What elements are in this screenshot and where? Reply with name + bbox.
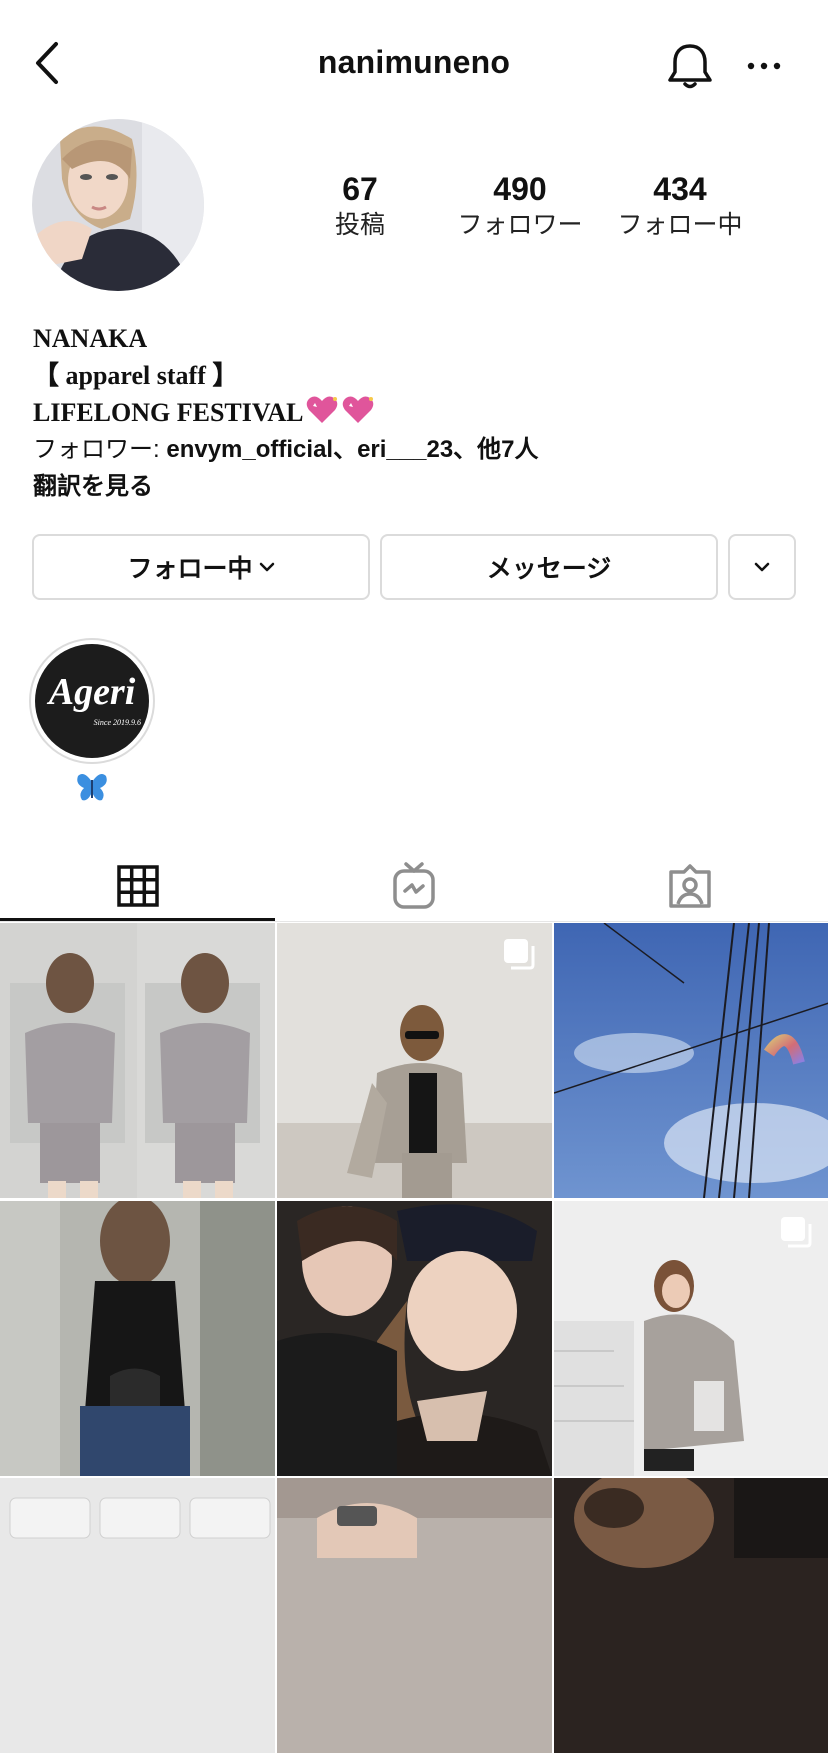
tab-posts-grid[interactable] (0, 852, 276, 920)
profile-avatar (32, 119, 204, 291)
post-thumbnail[interactable] (277, 1478, 552, 1753)
tab-divider (0, 921, 828, 922)
followers-count-label: フォロワー (457, 211, 583, 239)
highlight-cover: Ageri Since 2019.9.6 (35, 644, 149, 758)
post-thumbnail[interactable] (277, 923, 552, 1198)
following-button-label: フォロー中 (127, 555, 253, 583)
ageri-logo: Ageri (48, 671, 136, 713)
followed-by[interactable]: フォロワー: envym_official、eri___23、他7人 (33, 431, 793, 468)
followers-count[interactable]: 490 フォロワー (435, 170, 605, 242)
post-thumbnail[interactable] (0, 1478, 275, 1753)
butterfly-icon (77, 774, 107, 801)
post-thumbnail[interactable] (554, 1201, 828, 1476)
bio-line-festival: LIFELONG FESTIVAL (33, 394, 793, 431)
ageri-logo-since: Since 2019.9.6 (93, 718, 141, 727)
sparkling-heart-icon (307, 396, 338, 423)
following-count[interactable]: 434 フォロー中 (595, 170, 765, 242)
followed-by-prefix: フォロワー: (33, 436, 167, 463)
message-button[interactable]: メッセージ (380, 534, 718, 600)
followers-count-value: 490 (493, 171, 547, 207)
posts-count-value: 67 (342, 171, 378, 207)
message-button-label: メッセージ (486, 555, 612, 583)
posts-count: 67 投稿 (275, 170, 445, 242)
grid-icon (117, 865, 159, 907)
sparkling-heart-icon (343, 396, 374, 423)
notifications-button[interactable] (664, 40, 716, 92)
more-dots-icon (747, 62, 781, 70)
posts-count-label: 投稿 (334, 211, 385, 239)
post-thumbnail[interactable] (0, 1201, 275, 1476)
post-thumbnail[interactable] (554, 923, 828, 1198)
tagged-icon (669, 864, 711, 908)
tab-tagged[interactable] (552, 852, 828, 920)
following-count-label: フォロー中 (617, 211, 743, 239)
post-thumbnail[interactable] (554, 1478, 828, 1753)
following-button[interactable]: フォロー中 (32, 534, 370, 600)
profile-bio: NANAKA 【 apparel staff 】 LIFELONG FESTIV… (33, 320, 793, 505)
profile-name: NANAKA (33, 324, 148, 353)
carousel-icon (504, 939, 535, 970)
bio-line: 【 apparel staff 】 (33, 361, 239, 390)
see-translation-link[interactable]: 翻訳を見る (33, 468, 793, 505)
chevron-down-icon (259, 562, 274, 572)
more-options-button[interactable] (742, 46, 786, 86)
carousel-icon (781, 1217, 812, 1248)
tab-igtv[interactable] (276, 852, 552, 920)
suggested-accounts-button[interactable] (728, 534, 796, 600)
igtv-icon (393, 862, 435, 909)
following-count-value: 434 (653, 171, 707, 207)
post-thumbnail[interactable] (277, 1201, 552, 1476)
followed-by-names: envym_official、eri___23、他7人 (166, 436, 539, 463)
bio-line-text: LIFELONG FESTIVAL (33, 398, 304, 427)
story-highlight[interactable]: Ageri Since 2019.9.6 (29, 638, 155, 764)
chevron-down-icon (754, 562, 770, 572)
post-thumbnail[interactable] (0, 923, 275, 1198)
bell-icon (668, 44, 712, 89)
